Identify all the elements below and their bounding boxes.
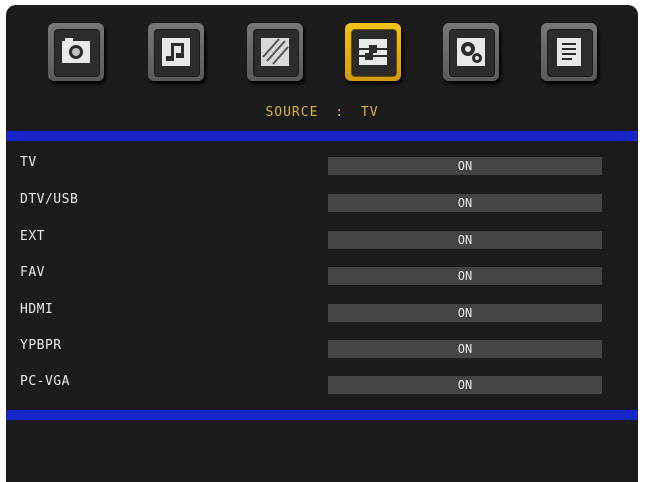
gears-icon xyxy=(457,38,485,66)
source-toggle-dtv-usb[interactable]: ON xyxy=(328,194,602,212)
menu-tabs xyxy=(6,5,638,105)
source-toggle-ext[interactable]: ON xyxy=(328,231,602,249)
source-toggle-ypbpr[interactable]: ON xyxy=(328,340,602,358)
tab-source[interactable] xyxy=(345,23,401,81)
tv-menu-screen: SOURCE : TV TV ON DTV/USB ON EXT ON FAV … xyxy=(6,5,638,482)
source-toggle-hdmi[interactable]: ON xyxy=(328,304,602,322)
tab-info[interactable] xyxy=(541,23,597,81)
document-icon xyxy=(557,38,581,66)
source-label-ypbpr: YPBPR xyxy=(20,338,62,353)
source-row-pc-vga[interactable]: PC-VGA ON xyxy=(6,370,638,394)
source-row-fav[interactable]: FAV ON xyxy=(6,261,638,285)
source-separator: : xyxy=(335,105,345,120)
top-divider-bar xyxy=(6,131,638,141)
camera-icon xyxy=(62,38,90,63)
source-toggle-fav[interactable]: ON xyxy=(328,267,602,285)
source-toggle-pc-vga[interactable]: ON xyxy=(328,376,602,394)
source-label-tv: TV xyxy=(20,155,37,170)
source-row-dtv-usb[interactable]: DTV/USB ON xyxy=(6,188,638,212)
source-row-hdmi[interactable]: HDMI ON xyxy=(6,298,638,322)
source-label-ext: EXT xyxy=(20,229,45,244)
tab-setup[interactable] xyxy=(443,23,499,81)
bottom-divider-bar xyxy=(6,410,638,420)
source-row-ypbpr[interactable]: YPBPR ON xyxy=(6,334,638,358)
source-label-fav: FAV xyxy=(20,265,45,280)
tab-time[interactable] xyxy=(247,23,303,81)
source-value: TV xyxy=(360,105,379,120)
source-toggle-tv[interactable]: ON xyxy=(328,157,602,175)
stripes-icon xyxy=(261,38,289,66)
source-label-hdmi: HDMI xyxy=(20,302,54,317)
music-note-icon xyxy=(162,38,190,66)
tab-sound[interactable] xyxy=(148,23,204,81)
source-label-dtv-usb: DTV/USB xyxy=(20,192,79,207)
source-label-pc-vga: PC-VGA xyxy=(20,374,70,389)
current-source-indicator: SOURCE : TV xyxy=(6,105,638,120)
input-cable-icon xyxy=(359,39,387,65)
tab-picture[interactable] xyxy=(48,23,104,81)
source-label: SOURCE xyxy=(265,105,319,120)
source-row-ext[interactable]: EXT ON xyxy=(6,225,638,249)
source-row-tv[interactable]: TV ON xyxy=(6,151,638,175)
